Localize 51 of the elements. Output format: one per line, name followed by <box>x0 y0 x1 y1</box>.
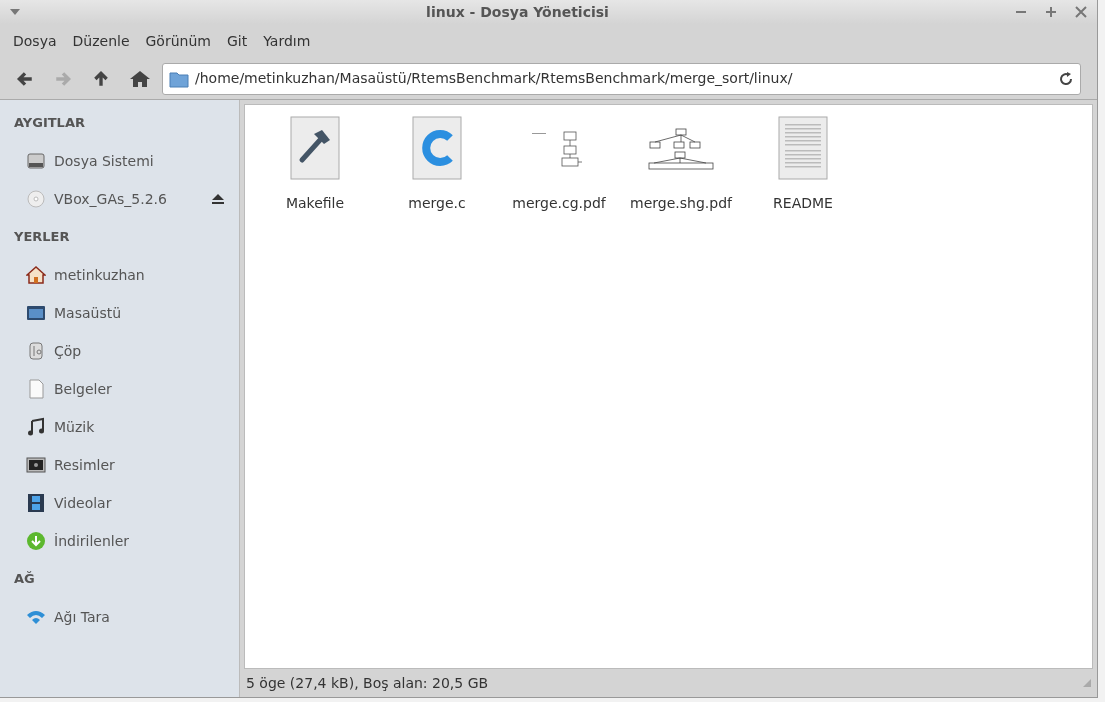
sidebar-item[interactable]: Videolar <box>14 484 225 522</box>
download-icon <box>26 531 46 551</box>
home-icon[interactable] <box>130 69 150 88</box>
close-icon[interactable] <box>1075 6 1087 18</box>
sidebar-item[interactable]: Çöp <box>14 332 225 370</box>
hammer-icon <box>290 116 340 180</box>
drive-icon <box>26 151 46 171</box>
path-field[interactable]: /home/metinkuzhan/Masaüstü/RtemsBenchmark/RtemsBenchmark/merge_sort/linux/ <box>162 62 1081 95</box>
sidebar-item[interactable]: Belgeler <box>14 370 225 408</box>
resize-grip-icon[interactable] <box>1083 679 1091 687</box>
sidebar-item[interactable]: İndirilenler <box>14 522 225 560</box>
status-text: 5 öge (27,4 kB), Boş alan: 20,5 GB <box>246 673 489 693</box>
file-item[interactable]: README <box>745 115 861 214</box>
sidebar-item[interactable]: VBox_GAs_5.2.6 <box>14 180 225 218</box>
sidebar-item[interactable]: metinkuzhan <box>14 256 225 294</box>
back-arrow-icon[interactable] <box>16 69 34 88</box>
eject-icon[interactable] <box>211 193 225 205</box>
menu-item[interactable]: Git <box>219 30 255 52</box>
menu-item[interactable]: Yardım <box>256 30 318 52</box>
picture-frame-icon <box>26 455 46 475</box>
sidebar-item[interactable]: Masaüstü <box>14 294 225 332</box>
sidebar-item[interactable]: Ağı Tara <box>14 598 225 636</box>
document-icon <box>26 379 46 399</box>
disc-icon <box>26 189 46 209</box>
reload-icon[interactable] <box>1058 70 1074 87</box>
section-heading: AĞ <box>14 570 36 589</box>
file-item[interactable]: merge.shg.pdf <box>623 115 739 214</box>
c-file-icon <box>412 116 462 180</box>
section-heading: YERLER <box>14 228 71 247</box>
maximize-icon[interactable] <box>1045 6 1057 18</box>
sidebar-item[interactable]: Resimler <box>14 446 225 484</box>
sidebar-item[interactable]: Müzik <box>14 408 225 446</box>
file-item[interactable]: merge.cg.pdf <box>501 115 617 214</box>
window-menu-icon[interactable] <box>10 9 20 15</box>
sidebar-item[interactable]: Dosya Sistemi <box>14 142 225 180</box>
file-item[interactable]: Makefile <box>257 115 373 214</box>
house-icon <box>26 265 46 285</box>
tree-diagram-thumbnail-icon <box>648 126 714 170</box>
desktop-icon <box>26 303 46 323</box>
menu-item[interactable]: Düzenle <box>65 30 137 52</box>
film-icon <box>26 493 46 513</box>
window-title: linux - Dosya Yöneticisi <box>426 4 609 20</box>
folder-icon <box>169 69 189 88</box>
menu-item[interactable]: Görünüm <box>138 30 218 52</box>
up-arrow-icon[interactable] <box>92 69 110 88</box>
music-note-icon <box>26 417 46 437</box>
trash-icon <box>26 341 46 361</box>
section-heading: AYGITLAR <box>14 114 86 133</box>
menu-item[interactable]: Dosya <box>6 30 64 52</box>
text-document-icon <box>778 116 828 180</box>
file-item[interactable]: merge.c <box>379 115 495 214</box>
